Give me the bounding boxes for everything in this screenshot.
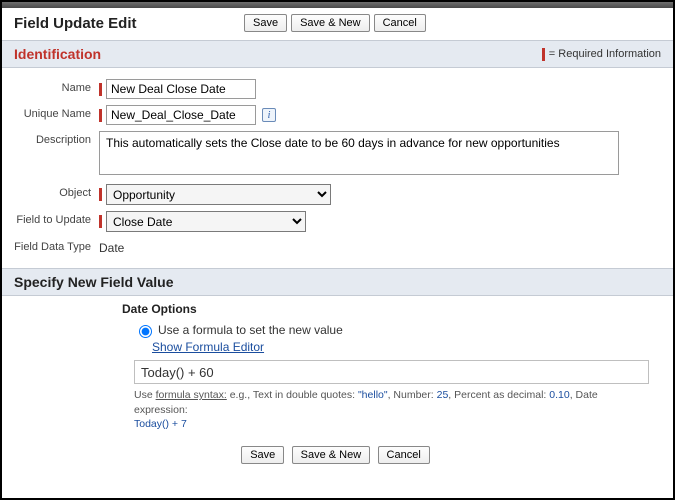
save-button-top[interactable]: Save (244, 14, 287, 32)
required-info-legend: = Required Information (542, 48, 661, 61)
save-new-button-bottom[interactable]: Save & New (292, 446, 371, 464)
formula-input[interactable]: Today() + 60 (134, 360, 649, 384)
date-options-heading: Date Options (2, 296, 673, 322)
use-formula-radio[interactable] (139, 325, 152, 338)
unique-name-label: Unique Name (14, 105, 99, 120)
specify-header: Specify New Field Value (2, 268, 673, 296)
description-textarea[interactable] (99, 131, 619, 175)
required-info-label: = Required Information (549, 48, 661, 60)
required-bar-icon (99, 188, 102, 201)
identification-header: Identification = Required Information (2, 40, 673, 68)
field-data-type-label: Field Data Type (14, 238, 99, 254)
show-formula-editor-link[interactable]: Show Formula Editor (2, 340, 673, 360)
save-button-bottom[interactable]: Save (241, 446, 284, 464)
object-select[interactable]: Opportunity (106, 184, 331, 205)
description-label: Description (14, 131, 99, 146)
required-bar-icon (99, 83, 102, 96)
identification-title: Identification (14, 46, 101, 62)
cancel-button-top[interactable]: Cancel (374, 14, 426, 32)
save-new-button-top[interactable]: Save & New (291, 14, 370, 32)
required-bar-icon (542, 48, 545, 61)
object-label: Object (14, 184, 99, 199)
unique-name-input[interactable] (106, 105, 256, 125)
cancel-button-bottom[interactable]: Cancel (378, 446, 430, 464)
field-to-update-select[interactable]: Close Date (106, 211, 306, 232)
page-title: Field Update Edit (14, 15, 244, 32)
specify-title: Specify New Field Value (14, 274, 174, 290)
field-to-update-label: Field to Update (14, 211, 99, 226)
formula-hint: Use formula syntax: e.g., Text in double… (134, 388, 654, 432)
use-formula-label: Use a formula to set the new value (158, 323, 343, 337)
name-label: Name (14, 79, 99, 94)
required-bar-icon (99, 215, 102, 228)
name-input[interactable] (106, 79, 256, 99)
required-bar-icon (99, 109, 102, 122)
info-icon[interactable]: i (262, 108, 276, 122)
field-data-type-value: Date (99, 238, 124, 255)
